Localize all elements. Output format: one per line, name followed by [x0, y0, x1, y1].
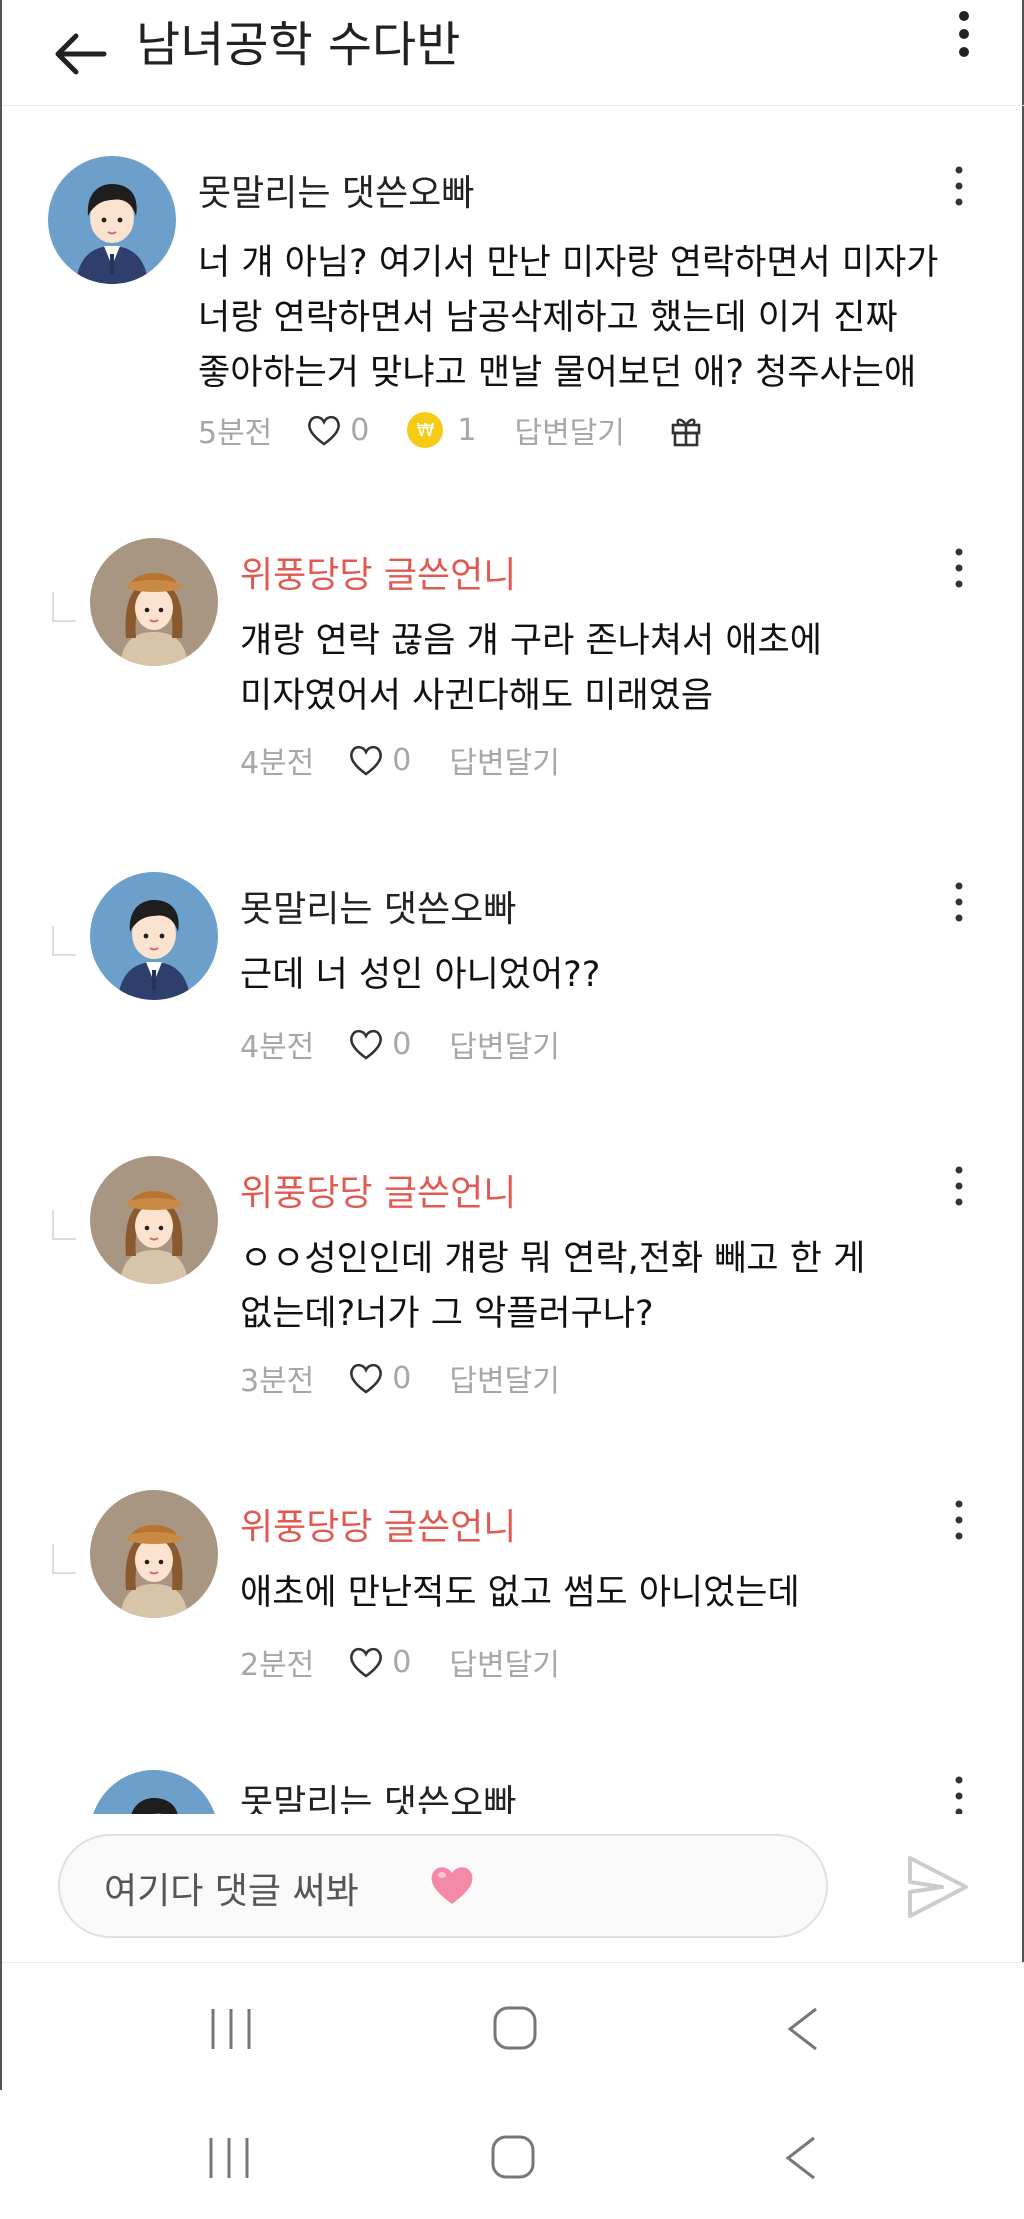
reply-button[interactable]: 답변달기 [449, 1356, 559, 1400]
more-vertical-icon[interactable] [952, 6, 976, 62]
more-vertical-icon[interactable] [952, 1498, 966, 1542]
reply-item: 위풍당당 글쓴언니 ㅇㅇ성인인데 걔랑 뭐 연락,전화 빼고 한 게 없는데?너… [2, 1150, 1024, 1400]
reply-indent-mark [52, 1544, 76, 1574]
comment-body: 너 걔 아님? 여기서 만난 미자랑 연락하면서 미자가 너랑 연락하면서 남공… [198, 236, 938, 401]
comment-meta: 2분전 0 답변달기 [240, 1640, 604, 1684]
comment-line: 미자였어서 사귄다해도 미래였음 [240, 676, 714, 716]
reply-button[interactable]: 답변달기 [449, 738, 559, 782]
comment-input[interactable]: 여기다 댓글 써봐 [58, 1834, 828, 1938]
page-title: 남녀공학 수다반 [136, 17, 461, 73]
comment-author[interactable]: 위풍당당 글쓴언니 [240, 1164, 516, 1216]
comment-line: 너 걔 아님? 여기서 만난 미자랑 연락하면서 미자가 [198, 243, 939, 283]
more-vertical-icon[interactable] [952, 880, 966, 924]
comment-line: 좋아하는거 맞냐고 맨날 물어보던 애? 청주사는애 [198, 353, 917, 393]
home-icon[interactable] [492, 2005, 538, 2051]
heart-outline-icon[interactable] [348, 743, 384, 777]
reply-button[interactable]: 답변달기 [449, 1640, 559, 1684]
comment-line: 걔랑 연락 끊음 걔 구라 존나쳐서 애초에 [240, 621, 822, 661]
arrow-left-icon[interactable] [50, 24, 110, 84]
reply-indent-mark [52, 592, 76, 622]
like-count: 0 [392, 1644, 412, 1680]
comment-meta: 4분전 0 답변달기 [240, 738, 604, 782]
heart-outline-icon[interactable] [348, 1027, 384, 1061]
back-chevron-icon[interactable] [782, 2134, 818, 2182]
won-coin-icon[interactable]: ₩ [407, 412, 444, 448]
comment-time: 2분전 [240, 1648, 315, 1683]
comment-line: 근데 너 성인 아니었어?? [240, 955, 601, 995]
reply-indent-mark [52, 1210, 76, 1240]
comment-meta: 3분전 0 답변달기 [240, 1356, 604, 1400]
coin-count: 1 [457, 412, 477, 448]
comment-body: 근데 너 성인 아니었어?? [240, 948, 600, 1003]
reply-item: 못말리는 댓쓴오빠 근데 너 성인 아니었어?? 4분전 0 답변달기 [2, 866, 1024, 1066]
reply-item: 위풍당당 글쓴언니 걔랑 연락 끊음 걔 구라 존나쳐서 애초에 미자였어서 사… [2, 532, 1024, 782]
reply-item: 못말리는 댓쓴오빠 [2, 1766, 1024, 1814]
comment-line: 너랑 연락하면서 남공삭제하고 했는데 이거 진짜 [198, 298, 898, 338]
comment-body: ㅇㅇ성인인데 걔랑 뭐 연락,전화 빼고 한 게 없는데?너가 그 악플러구나? [240, 1232, 865, 1342]
girl-avatar[interactable] [90, 1156, 218, 1284]
app-frame: 남녀공학 수다반 못말리는 댓쓴오빠 너 걔 아님? 여기서 만난 미자랑 연락… [0, 0, 1024, 2090]
more-vertical-icon[interactable] [952, 546, 966, 590]
comment-author[interactable]: 위풍당당 글쓴언니 [240, 546, 516, 598]
heart-outline-icon[interactable] [348, 1361, 384, 1395]
app-header: 남녀공학 수다반 [2, 0, 1024, 106]
like-count: 0 [392, 1026, 412, 1062]
home-icon[interactable] [490, 2134, 536, 2180]
system-navigation-bar [2, 1962, 1024, 2090]
comment-input-placeholder: 여기다 댓글 써봐 [104, 1871, 359, 1912]
like-count: 0 [350, 412, 370, 448]
comment-author[interactable]: 위풍당당 글쓴언니 [240, 1498, 516, 1550]
like-count: 0 [392, 1360, 412, 1396]
boy-avatar[interactable] [48, 156, 176, 284]
device-navigation-bar [0, 2092, 1024, 2219]
like-count: 0 [392, 742, 412, 778]
back-chevron-icon[interactable] [784, 2005, 820, 2053]
reply-button[interactable]: 답변달기 [449, 1022, 559, 1066]
more-vertical-icon[interactable] [952, 1164, 966, 1208]
send-icon[interactable] [902, 1852, 972, 1922]
comment-line: ㅇㅇ성인인데 걔랑 뭐 연락,전화 빼고 한 게 [240, 1239, 866, 1279]
comment-meta: 4분전 0 답변달기 [240, 1022, 604, 1066]
comment-meta: 5분전 0 ₩ 1 답변달기 [198, 408, 703, 452]
more-vertical-icon[interactable] [952, 164, 966, 208]
comment-line: 애초에 만난적도 없고 썸도 아니었는데 [240, 1573, 800, 1613]
boy-avatar[interactable] [90, 872, 218, 1000]
reply-button[interactable]: 답변달기 [514, 408, 624, 452]
heart-outline-icon[interactable] [306, 413, 342, 447]
comment-time: 4분전 [240, 746, 315, 781]
comment-time: 3분전 [240, 1364, 315, 1399]
comment-time: 4분전 [240, 1030, 315, 1065]
comment-item: 못말리는 댓쓴오빠 너 걔 아님? 여기서 만난 미자랑 연락하면서 미자가 너… [2, 150, 1024, 470]
reply-indent-mark [52, 926, 76, 956]
recent-apps-icon[interactable] [209, 2007, 253, 2051]
girl-avatar[interactable] [90, 1490, 218, 1618]
pink-heart-emoji [431, 1867, 473, 1904]
recent-apps-icon[interactable] [207, 2136, 251, 2180]
gift-icon[interactable] [669, 413, 703, 447]
comment-author[interactable]: 못말리는 댓쓴오빠 [240, 880, 516, 932]
comment-author[interactable]: 못말리는 댓쓴오빠 [198, 164, 474, 216]
comment-time: 5분전 [198, 416, 273, 451]
heart-outline-icon[interactable] [348, 1645, 384, 1679]
more-vertical-icon[interactable] [952, 1774, 966, 1814]
girl-avatar[interactable] [90, 538, 218, 666]
reply-item: 위풍당당 글쓴언니 애초에 만난적도 없고 썸도 아니었는데 2분전 0 답변달… [2, 1484, 1024, 1684]
boy-avatar[interactable] [90, 1770, 218, 1814]
comment-body: 걔랑 연락 끊음 걔 구라 존나쳐서 애초에 미자였어서 사귄다해도 미래였음 [240, 614, 822, 724]
comment-body: 애초에 만난적도 없고 썸도 아니었는데 [240, 1566, 800, 1621]
comment-author[interactable]: 못말리는 댓쓴오빠 [240, 1774, 516, 1814]
comment-line: 없는데?너가 그 악플러구나? [240, 1294, 654, 1334]
